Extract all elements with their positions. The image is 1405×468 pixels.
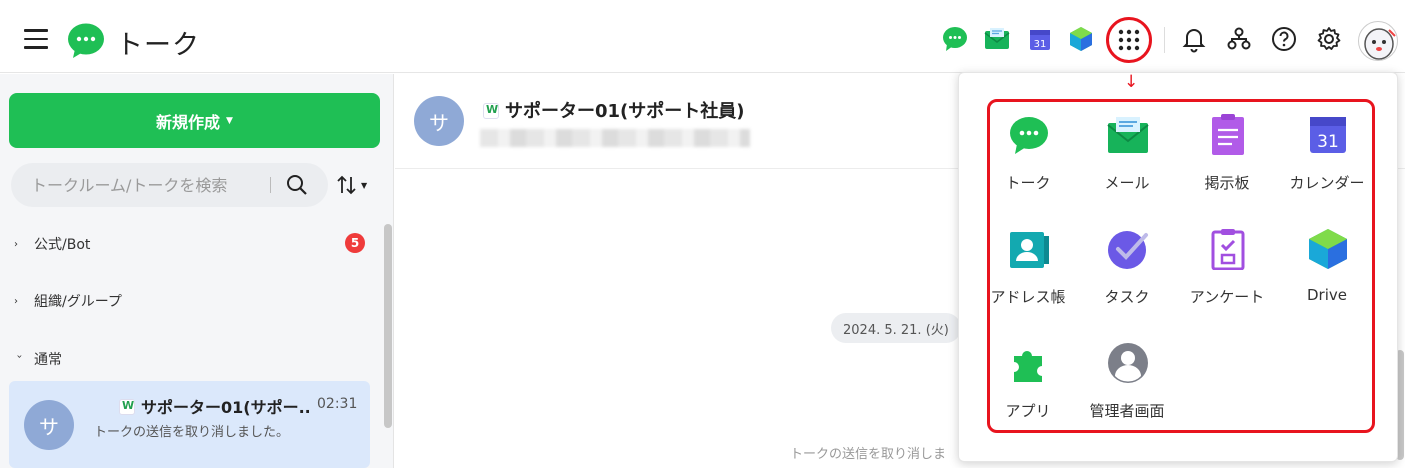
caret-down-icon: ▼ bbox=[361, 180, 368, 190]
talk-logo-icon bbox=[67, 23, 105, 63]
new-compose-button[interactable]: 新規作成 ▼ bbox=[9, 93, 380, 148]
bell-icon[interactable] bbox=[1181, 25, 1209, 53]
works-logo-icon bbox=[119, 399, 135, 415]
hamburger-menu-button[interactable] bbox=[24, 29, 48, 49]
app-tile-survey[interactable]: アンケート bbox=[1179, 214, 1275, 314]
top-header: トーク 31 bbox=[0, 0, 1405, 73]
sort-arrows-icon bbox=[337, 175, 356, 195]
app-tile-talk[interactable]: トーク bbox=[980, 100, 1076, 200]
annotation-arrow: ↓ bbox=[1124, 72, 1139, 92]
avatar: サ bbox=[414, 96, 464, 146]
chat-item-preview: トークの送信を取り消しました。 bbox=[94, 425, 290, 440]
section-label: 通常 bbox=[34, 352, 62, 368]
search-box bbox=[11, 163, 328, 207]
org-chart-icon[interactable] bbox=[1225, 25, 1253, 53]
chat-item-name: サポーター01(サポー... bbox=[119, 394, 309, 418]
caret-down-icon: ▼ bbox=[226, 115, 233, 126]
task-icon bbox=[1107, 228, 1149, 270]
apps-puzzle-icon bbox=[1008, 342, 1050, 384]
user-avatar[interactable] bbox=[1358, 21, 1398, 61]
talk-shortcut-icon[interactable] bbox=[941, 25, 969, 53]
app-tile-address-book[interactable]: アドレス帳 bbox=[980, 214, 1076, 314]
app-launcher-button[interactable] bbox=[1106, 17, 1152, 63]
app-tile-drive[interactable]: Drive bbox=[1279, 214, 1375, 314]
mail-shortcut-icon[interactable] bbox=[983, 25, 1011, 53]
survey-icon bbox=[1207, 228, 1249, 271]
header-divider bbox=[1164, 27, 1165, 53]
app-tile-task[interactable]: タスク bbox=[1079, 214, 1175, 314]
blurred-subtitle bbox=[480, 129, 750, 147]
unread-badge: 5 bbox=[345, 233, 365, 253]
app-tile-mail[interactable]: メール bbox=[1079, 100, 1175, 200]
section-normal[interactable]: › 通常 bbox=[13, 349, 63, 369]
chat-list-item[interactable]: サ サポーター01(サポー... 02:31 トークの送信を取り消しました。 bbox=[9, 381, 370, 468]
search-separator bbox=[270, 177, 271, 193]
grid-dots-icon bbox=[1118, 29, 1140, 51]
sidebar: 新規作成 ▼ ▼ › 公式/Bot 5 › 組織/グループ › 通常 サ サポー… bbox=[0, 74, 394, 468]
section-org-group[interactable]: › 組織/グループ bbox=[14, 291, 122, 311]
section-label: 公式/Bot bbox=[34, 237, 91, 253]
drive-icon bbox=[1307, 228, 1349, 270]
compose-label: 新規作成 bbox=[156, 112, 221, 132]
calendar-shortcut-icon[interactable]: 31 bbox=[1026, 25, 1054, 53]
section-label: 組織/グループ bbox=[34, 294, 122, 310]
app-label: メール bbox=[1104, 174, 1150, 192]
page-title: トーク bbox=[116, 30, 200, 61]
system-message: トークの送信を取り消しま bbox=[790, 447, 947, 462]
app-label: カレンダー bbox=[1289, 174, 1365, 192]
drive-shortcut-icon[interactable] bbox=[1067, 25, 1095, 53]
calendar-icon: 31 bbox=[1307, 114, 1349, 156]
search-icon[interactable] bbox=[285, 173, 309, 201]
sidebar-scrollbar[interactable] bbox=[384, 224, 392, 428]
app-label: 掲示板 bbox=[1204, 174, 1250, 192]
gear-icon[interactable] bbox=[1315, 25, 1343, 53]
works-logo-icon bbox=[483, 103, 499, 119]
app-tile-admin[interactable]: 管理者画面 bbox=[1079, 328, 1175, 428]
chevron-right-icon: › bbox=[14, 295, 18, 307]
app-tile-board[interactable]: 掲示板 bbox=[1179, 100, 1275, 200]
app-label: 管理者画面 bbox=[1089, 402, 1165, 420]
app-label: Drive bbox=[1307, 286, 1347, 304]
sort-button[interactable]: ▼ bbox=[336, 173, 376, 197]
app-label: タスク bbox=[1104, 288, 1150, 306]
mail-icon bbox=[1107, 114, 1149, 156]
app-tile-calendar[interactable]: 31 カレンダー bbox=[1279, 100, 1375, 200]
chat-item-time: 02:31 bbox=[317, 396, 358, 412]
search-input[interactable] bbox=[31, 163, 261, 207]
chevron-down-icon: › bbox=[13, 354, 25, 358]
address-book-icon bbox=[1008, 228, 1050, 270]
chevron-right-icon: › bbox=[14, 238, 18, 250]
help-icon[interactable] bbox=[1270, 25, 1298, 53]
admin-icon bbox=[1107, 342, 1149, 384]
svg-text:31: 31 bbox=[1034, 39, 1047, 50]
svg-text:31: 31 bbox=[1317, 132, 1339, 152]
app-tile-apps[interactable]: アプリ bbox=[980, 328, 1076, 428]
chat-title: サポーター01(サポート社員) bbox=[483, 97, 745, 123]
talk-icon bbox=[1008, 114, 1050, 156]
date-separator: 2024. 5. 21. (火) bbox=[831, 313, 961, 343]
app-label: アンケート bbox=[1189, 288, 1265, 306]
board-icon bbox=[1207, 114, 1249, 156]
avatar: サ bbox=[24, 400, 74, 450]
section-official-bot[interactable]: › 公式/Bot bbox=[14, 234, 90, 254]
